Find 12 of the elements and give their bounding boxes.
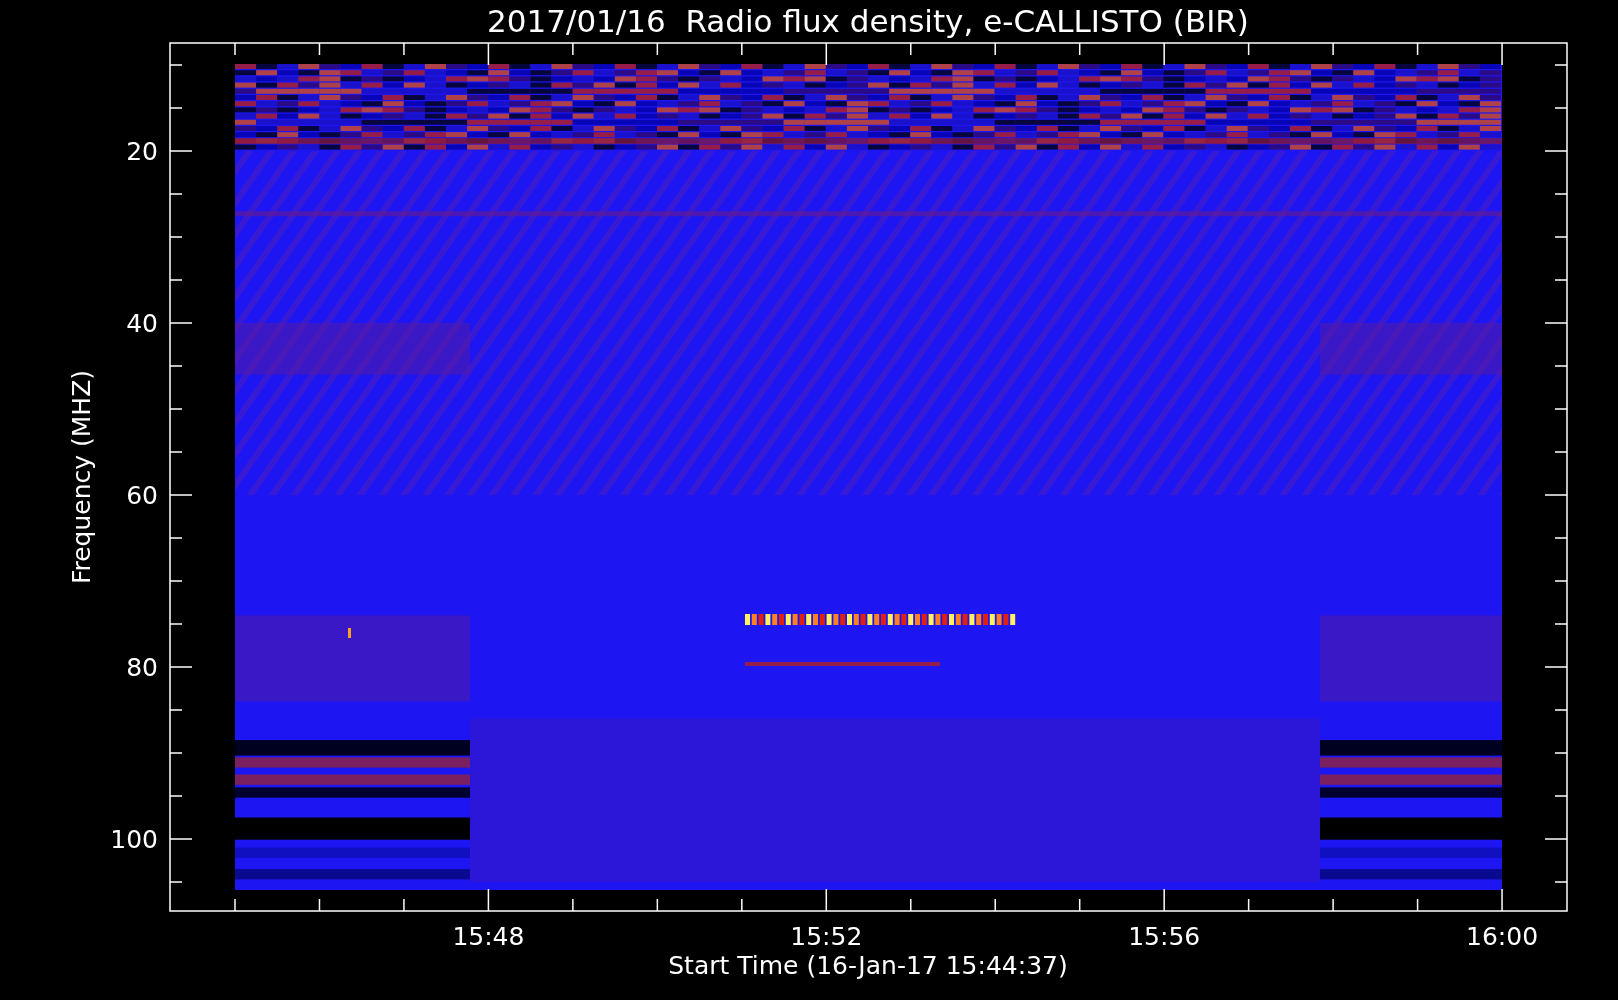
tick-label: 60 [126, 481, 158, 510]
tick-label: 20 [126, 137, 158, 166]
tick-label: 15:48 [452, 922, 525, 951]
axis-label: Frequency (MHZ) [67, 369, 96, 585]
tick-label: 15:52 [790, 922, 863, 951]
plot-title: 2017/01/16 Radio flux density, e-CALLISTO (BIR) [487, 3, 1249, 39]
tick-label: 15:56 [1128, 922, 1201, 951]
axis-label: Start Time (16-Jan-17 15:44:37) [668, 951, 1068, 980]
tick-label: 40 [126, 309, 158, 338]
tick-label: 80 [126, 653, 158, 682]
tick-label: 100 [110, 825, 158, 854]
tick-label: 16:00 [1466, 922, 1539, 951]
